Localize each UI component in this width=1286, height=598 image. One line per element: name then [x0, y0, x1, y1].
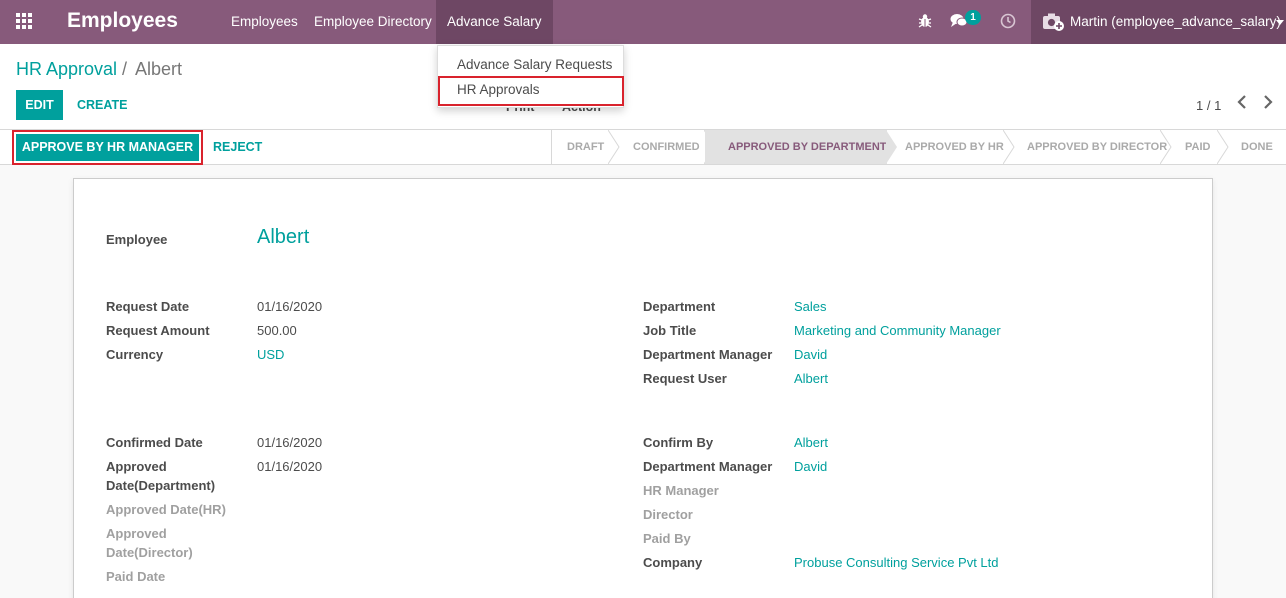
request-date-value: 01/16/2020 — [257, 299, 323, 314]
status-bar: APPROVE BY HR MANAGER REJECT DRAFT CONFI… — [0, 130, 1286, 165]
field-label: Request Amount — [106, 323, 210, 338]
stage-pipeline: DRAFT CONFIRMED APPROVED BY DEPARTMENT A… — [551, 130, 1286, 164]
currency-link[interactable]: USD — [257, 347, 284, 362]
apps-grid-icon[interactable] — [16, 13, 34, 31]
hr-approvals-highlight-box — [438, 76, 624, 106]
employee-label: Employee — [106, 232, 168, 247]
field-label: Request User — [643, 371, 727, 386]
activity-clock-icon[interactable] — [1000, 13, 1016, 32]
stage-approved-by-department[interactable]: APPROVED BY DEPARTMENT — [705, 130, 887, 164]
field-label: Date(Director) — [106, 545, 193, 560]
chevron-right-icon[interactable] — [1262, 93, 1274, 117]
stage-separator — [1003, 130, 1015, 164]
field-label: Paid Date — [106, 569, 166, 584]
department-manager-link[interactable]: David — [794, 459, 827, 474]
field-label: Job Title — [643, 323, 697, 338]
stage-paid[interactable]: PAID — [1185, 130, 1210, 164]
breadcrumb-separator: / — [122, 59, 128, 79]
stage-confirmed[interactable]: CONFIRMED — [633, 130, 700, 164]
field-label: Department Manager — [643, 347, 773, 362]
reject-button[interactable]: REJECT — [213, 134, 262, 161]
menu-advance-salary[interactable]: Advance Salary — [436, 0, 553, 44]
request-user-link[interactable]: Albert — [794, 371, 828, 386]
confirm-by-link[interactable]: Albert — [794, 435, 828, 450]
debug-bug-icon[interactable] — [918, 13, 932, 32]
field-label: Date(Department) — [106, 478, 216, 493]
chevron-down-icon — [1276, 20, 1284, 25]
field-label: HR Manager — [643, 483, 719, 498]
menu-employees[interactable]: Employees — [231, 14, 298, 29]
field-label: Department — [643, 299, 716, 314]
employee-name-link[interactable]: Albert — [257, 226, 309, 249]
approve-highlight-box — [12, 130, 203, 165]
stage-approved-by-director[interactable]: APPROVED BY DIRECTOR — [1027, 130, 1167, 164]
stage-draft[interactable]: DRAFT — [567, 130, 604, 164]
breadcrumb-hr-approval[interactable]: HR Approval — [16, 59, 117, 80]
stage-done[interactable]: DONE — [1241, 130, 1273, 164]
field-label: Confirm By — [643, 435, 714, 450]
job-title-link[interactable]: Marketing and Community Manager — [794, 323, 1001, 338]
confirmed-date-value: 01/16/2020 — [257, 435, 323, 450]
user-menu[interactable]: Martin (employee_advance_salary) — [1031, 0, 1286, 44]
stage-separator — [1217, 130, 1229, 164]
breadcrumb-current: Albert — [135, 59, 183, 79]
advance-salary-dropdown: Advance Salary Requests HR Approvals — [437, 45, 624, 108]
dropdown-item-advance-salary-requests[interactable]: Advance Salary Requests — [457, 57, 612, 72]
department-manager-link[interactable]: David — [794, 347, 827, 362]
field-label: Paid By — [643, 531, 691, 546]
control-panel: HR Approval / Albert EDIT CREATE Print A… — [0, 44, 1286, 130]
field-label: Approved — [106, 459, 167, 474]
field-label: Department Manager — [643, 459, 773, 474]
stage-separator — [1160, 130, 1172, 164]
department-link[interactable]: Sales — [794, 299, 827, 314]
field-label: Approved Date(HR) — [106, 502, 226, 517]
chevron-left-icon[interactable] — [1236, 93, 1248, 117]
field-label: Request Date — [106, 299, 190, 314]
create-button[interactable]: CREATE — [77, 90, 127, 120]
chat-count-badge: 1 — [965, 10, 981, 25]
field-label: Director — [643, 507, 693, 522]
pager-value: 1 / 1 — [1196, 98, 1222, 113]
user-name: Martin (employee_advance_salary) — [1070, 14, 1281, 29]
approved-date-department-value: 01/16/2020 — [257, 459, 323, 474]
avatar-camera-icon — [1043, 12, 1065, 35]
menu-employee-directory[interactable]: Employee Directory — [314, 14, 432, 29]
app-title: Employees — [67, 9, 178, 32]
stage-separator — [886, 130, 897, 164]
field-label: Company — [643, 555, 703, 570]
top-navbar: Employees Employees Employee Directory A… — [0, 0, 1286, 44]
form-sheet: Employee Albert Request Date 01/16/2020 … — [73, 178, 1213, 598]
stage-approved-by-hr[interactable]: APPROVED BY HR — [905, 130, 1004, 164]
field-label: Confirmed Date — [106, 435, 203, 450]
company-link[interactable]: Probuse Consulting Service Pvt Ltd — [794, 555, 999, 570]
field-label: Currency — [106, 347, 164, 362]
request-amount-value: 500.00 — [257, 323, 297, 338]
field-label: Approved — [106, 526, 167, 541]
stage-separator — [608, 130, 620, 164]
edit-button[interactable]: EDIT — [16, 90, 63, 120]
